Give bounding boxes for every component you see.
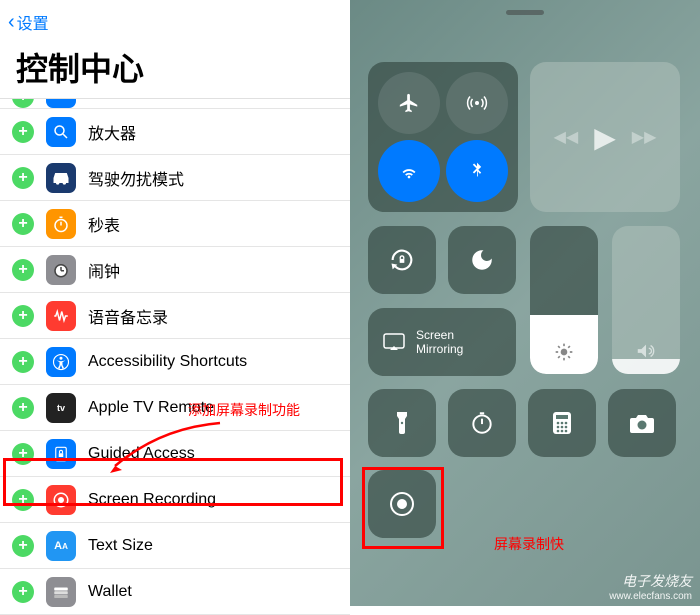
row-label: 放大器 <box>88 120 338 144</box>
list-row: + Screen Recording <box>0 477 350 523</box>
add-button[interactable]: + <box>12 489 34 511</box>
magnifier-icon <box>46 117 76 147</box>
list-row: + 闹钟 <box>0 247 350 293</box>
settings-panel: ‹ 设置 控制中心 + + 放大器 + 驾驶勿扰模式 + 秒表 + 闹钟 + 语… <box>0 0 350 606</box>
orientation-lock-icon <box>388 246 416 274</box>
apple-tv-icon: tv <box>46 393 76 423</box>
grabber-handle[interactable] <box>506 10 544 15</box>
add-button[interactable]: + <box>12 213 34 235</box>
rewind-icon: ◀◀ <box>554 127 579 147</box>
connectivity-platter <box>368 62 518 212</box>
screen-mirroring-icon <box>382 332 406 352</box>
flashlight-icon <box>393 410 411 436</box>
list-row: + Accessibility Shortcuts <box>0 339 350 385</box>
title-bar: 控制中心 <box>0 44 350 98</box>
annotation-arrow-icon <box>100 418 230 478</box>
watermark: 电子发烧友 www.elecfans.com <box>609 571 692 602</box>
brightness-icon <box>554 342 574 362</box>
cellular-icon <box>465 91 489 115</box>
add-button[interactable]: + <box>12 397 34 419</box>
row-label: 闹钟 <box>88 258 338 282</box>
bluetooth-icon <box>467 161 487 181</box>
row-label: Accessibility Shortcuts <box>88 353 338 371</box>
blank-icon <box>46 99 76 108</box>
add-button[interactable]: + <box>12 443 34 465</box>
flashlight-button[interactable] <box>368 389 436 457</box>
voice-memo-icon <box>46 301 76 331</box>
row-label: Text Size <box>88 537 338 555</box>
watermark-url: www.elecfans.com <box>609 591 692 602</box>
settings-list: + + 放大器 + 驾驶勿扰模式 + 秒表 + 闹钟 + 语音备忘录 + Acc… <box>0 98 350 615</box>
record-icon <box>388 490 416 518</box>
add-button[interactable]: + <box>12 581 34 603</box>
row-label: Screen Recording <box>88 491 338 509</box>
camera-button[interactable] <box>608 389 676 457</box>
add-button[interactable]: + <box>12 305 34 327</box>
list-row: + 秒表 <box>0 201 350 247</box>
guided-access-icon <box>46 439 76 469</box>
list-row: + Wallet <box>0 569 350 615</box>
camera-icon <box>628 412 656 434</box>
wifi-button[interactable] <box>378 140 440 202</box>
screen-recording-button[interactable] <box>368 470 436 538</box>
add-button[interactable]: + <box>12 121 34 143</box>
moon-icon <box>469 247 495 273</box>
list-row: + 语音备忘录 <box>0 293 350 339</box>
list-row: + <box>0 99 350 109</box>
stopwatch-icon <box>46 209 76 239</box>
annotation-right: 屏幕录制快 <box>494 534 564 554</box>
wallet-icon <box>46 577 76 607</box>
list-row: + 放大器 <box>0 109 350 155</box>
timer-button[interactable] <box>448 389 516 457</box>
cellular-button[interactable] <box>446 72 508 134</box>
text-size-icon: AA <box>46 531 76 561</box>
back-button[interactable]: ‹ 设置 <box>8 10 49 34</box>
chevron-left-icon: ‹ <box>8 11 15 34</box>
bluetooth-button[interactable] <box>446 140 508 202</box>
add-button[interactable]: + <box>12 259 34 281</box>
row-label: 秒表 <box>88 212 338 236</box>
calculator-button[interactable] <box>528 389 596 457</box>
watermark-brand: 电子发烧友 <box>622 571 692 591</box>
add-button[interactable]: + <box>12 351 34 373</box>
back-label: 设置 <box>17 10 49 34</box>
orientation-lock-button[interactable] <box>368 226 436 294</box>
page-title: 控制中心 <box>16 44 334 90</box>
add-button[interactable]: + <box>12 535 34 557</box>
accessibility-icon <box>46 347 76 377</box>
annotation-left: 添加屏幕录制功能 <box>188 400 300 420</box>
row-label: 语音备忘录 <box>88 304 338 328</box>
media-platter[interactable]: ◀◀ ▶ ▶▶ <box>530 62 680 212</box>
add-button[interactable]: + <box>12 99 34 108</box>
volume-slider[interactable] <box>612 226 680 374</box>
forward-icon: ▶▶ <box>632 127 657 147</box>
calculator-icon <box>551 410 573 436</box>
row-label: Wallet <box>88 583 338 601</box>
play-icon: ▶ <box>594 121 616 154</box>
airplane-icon <box>398 92 420 114</box>
dnd-button[interactable] <box>448 226 516 294</box>
screen-mirroring-label: ScreenMirroring <box>416 328 463 357</box>
volume-icon <box>635 340 657 362</box>
wifi-icon <box>398 160 420 182</box>
nav-bar: ‹ 设置 <box>0 0 350 44</box>
add-button[interactable]: + <box>12 167 34 189</box>
control-center-panel: ◀◀ ▶ ▶▶ ScreenMirroring <box>350 0 700 606</box>
airplane-mode-button[interactable] <box>378 72 440 134</box>
timer-icon <box>469 410 495 436</box>
list-row: + AA Text Size <box>0 523 350 569</box>
car-icon <box>46 163 76 193</box>
list-row: + 驾驶勿扰模式 <box>0 155 350 201</box>
brightness-slider[interactable] <box>530 226 598 374</box>
screen-recording-icon <box>46 485 76 515</box>
screen-mirroring-button[interactable]: ScreenMirroring <box>368 308 516 376</box>
row-label: 驾驶勿扰模式 <box>88 166 338 190</box>
alarm-icon <box>46 255 76 285</box>
